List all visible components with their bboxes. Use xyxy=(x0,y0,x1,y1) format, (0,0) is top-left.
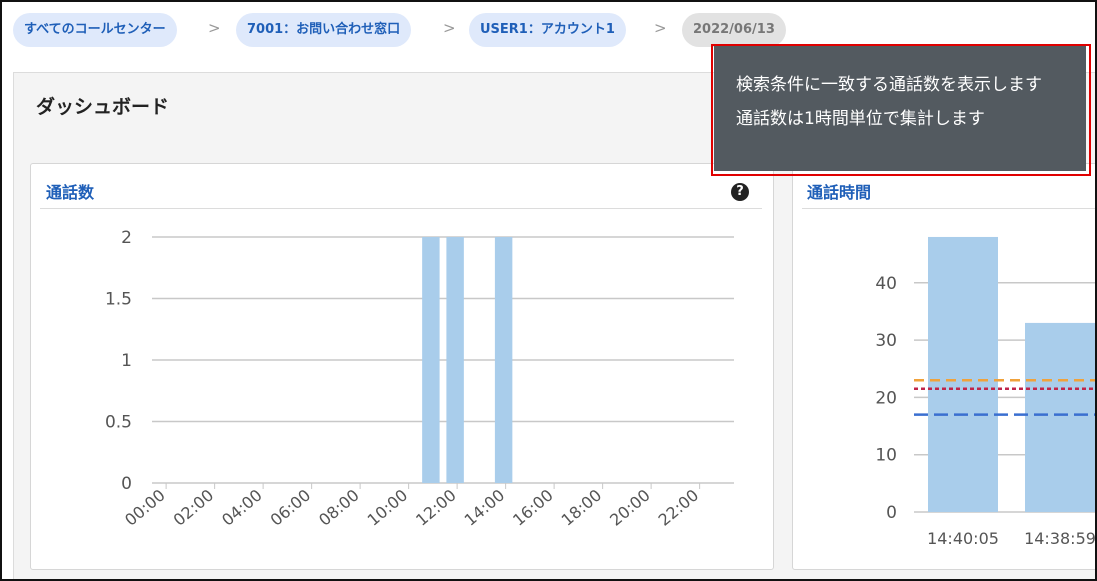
breadcrumb-callcenter[interactable]: 7001：お問い合わせ窓口 xyxy=(236,13,412,47)
x-tick-label: 06:00 xyxy=(267,486,315,530)
highlight-annotation-box xyxy=(711,44,1091,176)
help-icon[interactable]: ? xyxy=(731,183,749,201)
app-frame: すべてのコールセンター > 7001：お問い合わせ窓口 > USER1：アカウン… xyxy=(0,0,1097,581)
x-tick-label: 14:40:05 xyxy=(927,529,999,548)
dashboard-title: ダッシュボード xyxy=(36,96,170,118)
y-tick-label: 2 xyxy=(121,228,132,248)
bar-14:40:05 xyxy=(928,236,998,512)
x-tick-label: 14:00 xyxy=(461,486,509,530)
y-tick-label: 0 xyxy=(886,503,897,523)
breadcrumb-all-callcenters[interactable]: すべてのコールセンター xyxy=(13,13,177,47)
breadcrumb-separator: > xyxy=(443,19,456,37)
call-duration-chart: 0 10 20 30 40 14:40:05 14:38:59 xyxy=(875,236,1096,548)
y-tick-label: 0.5 xyxy=(105,413,132,433)
x-tick-label: 08:00 xyxy=(315,486,363,530)
call-count-title: 通話数 xyxy=(46,183,95,202)
x-tick-label: 20:00 xyxy=(606,486,654,530)
x-tick-label: 10:00 xyxy=(364,486,412,530)
x-tick-label: 14:38:59 xyxy=(1024,529,1096,548)
card-divider xyxy=(40,208,762,209)
call-count-chart: 00.511.5200:00 02:00 04:00 06:00 08:00 10:00 1… xyxy=(105,228,734,530)
y-tick-label: 0 xyxy=(121,474,132,494)
y-tick-label: 40 xyxy=(875,274,897,294)
y-tick-label: 1.5 xyxy=(105,290,132,310)
y-tick-label: 1 xyxy=(121,351,132,371)
bar-14:00 xyxy=(494,237,513,483)
x-tick-label: 12:00 xyxy=(412,486,460,530)
breadcrumb-user[interactable]: USER1：アカウント1 xyxy=(469,13,626,47)
bar-12:00 xyxy=(446,237,464,483)
x-tick-label: 04:00 xyxy=(218,486,266,530)
x-tick-label: 02:00 xyxy=(170,486,218,530)
call-duration-title: 通話時間 xyxy=(807,183,872,202)
bar-14:38:59 xyxy=(1025,322,1095,512)
x-tick-label: 16:00 xyxy=(509,486,557,530)
y-tick-label: 10 xyxy=(875,446,897,466)
breadcrumb-separator: > xyxy=(654,19,667,37)
y-tick-label: 30 xyxy=(875,331,897,351)
breadcrumb-separator: > xyxy=(208,19,221,37)
x-tick-label: 18:00 xyxy=(558,486,606,530)
bar-11:00 xyxy=(422,237,440,483)
breadcrumb-date: 2022/06/13 xyxy=(682,13,786,47)
y-tick-label: 20 xyxy=(875,388,897,408)
x-tick-label: 22:00 xyxy=(655,486,703,530)
card-divider xyxy=(802,208,1095,209)
